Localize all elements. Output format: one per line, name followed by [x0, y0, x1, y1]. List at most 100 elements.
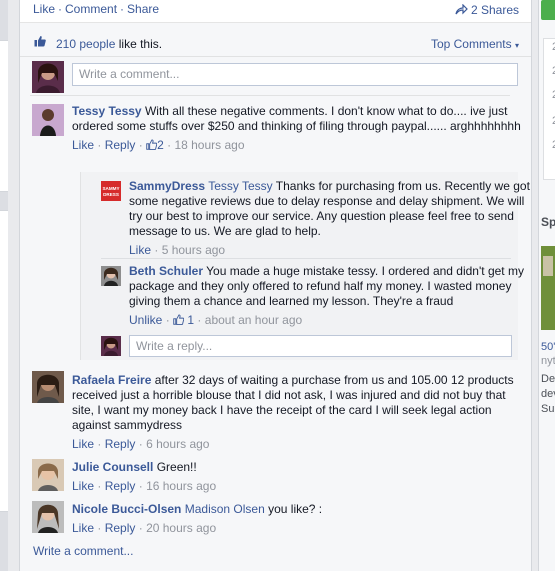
caret-down-icon: ▾ — [514, 41, 519, 50]
reply-link[interactable]: Reply — [105, 479, 136, 493]
thumbs-up-icon — [173, 314, 185, 325]
reply-author[interactable]: SammyDress — [129, 179, 205, 193]
separator-dot: · — [97, 479, 102, 493]
divider — [30, 95, 510, 96]
likes-summary: 210 people like this. Top Comments ▾ — [20, 32, 531, 57]
comment-timestamp[interactable]: 20 hours ago — [146, 521, 216, 535]
shares-label: 2 Shares — [470, 3, 519, 17]
comment-text: Green!! — [156, 460, 197, 474]
separator-dot: · — [97, 138, 102, 152]
avatar[interactable] — [101, 266, 121, 286]
avatar[interactable] — [32, 501, 64, 533]
separator-dot: · — [138, 521, 143, 535]
like-link[interactable]: Like — [33, 2, 55, 16]
reply-timestamp[interactable]: 5 hours ago — [162, 243, 225, 257]
comment: Nicole Bucci-Olsen Madison Olsen you lik… — [72, 502, 522, 536]
top-comments-label: Top Comments — [430, 37, 512, 51]
reply-link[interactable]: Reply — [105, 521, 136, 535]
reply-meta: Like · 5 hours ago — [129, 243, 534, 258]
reply-meta: Unlike · 1 · about an hour ago — [129, 313, 534, 328]
avatar[interactable] — [32, 371, 64, 403]
unlike-link[interactable]: Unlike — [129, 313, 162, 327]
post-action-bar: Like · Comment · Share 2 Shares — [20, 0, 531, 23]
right-section-title: Sp — [541, 215, 555, 229]
reply-mention[interactable]: Tessy Tessy — [208, 179, 272, 193]
comment: Tessy Tessy With all these negative comm… — [72, 104, 522, 153]
comment-meta: Like · Reply · 2 · 18 hours ago — [72, 138, 522, 153]
right-list-box: 2 2 2 2 2 — [543, 38, 555, 180]
right-article-line: dev — [541, 388, 555, 400]
comment-author[interactable]: Rafaela Freire — [72, 373, 151, 387]
separator-dot: · — [167, 138, 172, 152]
top-comments-dropdown[interactable]: Top Comments ▾ — [431, 37, 519, 51]
comment-timestamp[interactable]: 6 hours ago — [146, 437, 209, 451]
replies-thread: SAMMY DRESS SammyDress Tessy Tessy Thanks… — [80, 172, 530, 360]
comment-timestamp[interactable]: 18 hours ago — [174, 138, 244, 152]
avatar[interactable] — [32, 104, 64, 136]
post-comments-card: Like · Comment · Share 2 Shares 210 people l… — [19, 0, 532, 571]
reply: SammyDress Tessy Tessy Thanks for purcha… — [129, 179, 534, 258]
like-link[interactable]: Like — [72, 479, 94, 493]
comment-meta: Like · Reply · 20 hours ago — [72, 521, 522, 536]
right-article-source: nyt — [541, 355, 555, 367]
like-link[interactable]: Like — [72, 437, 94, 451]
thumbs-up-icon — [34, 36, 46, 47]
reply-timestamp[interactable]: about an hour ago — [205, 313, 302, 327]
left-panel-block — [0, 210, 8, 512]
reply-input[interactable]: Write a reply... — [129, 335, 512, 357]
right-article-link[interactable]: 50' — [541, 341, 555, 353]
comment: Julie Counsell Green!! Like · Reply · 16… — [72, 460, 522, 494]
reply-link[interactable]: Reply — [105, 437, 136, 451]
comment-mention[interactable]: Madison Olsen — [185, 502, 265, 516]
reply-link[interactable]: Reply — [105, 138, 136, 152]
like-link[interactable]: Like — [72, 138, 94, 152]
separator-dot: · — [120, 2, 125, 16]
shares-count-link[interactable]: 2 Shares — [455, 3, 519, 17]
comment: Rafaela Freire after 32 days of waiting … — [72, 373, 522, 452]
separator-dot: · — [58, 2, 63, 16]
like-link[interactable]: Like — [72, 521, 94, 535]
separator-dot: · — [138, 437, 143, 451]
like-link[interactable]: Like — [129, 243, 151, 257]
svg-text:DRESS: DRESS — [103, 192, 119, 197]
reply-author[interactable]: Beth Schuler — [129, 264, 203, 278]
separator-dot: · — [165, 313, 170, 327]
right-article-line: Su — [541, 403, 555, 415]
comment-meta: Like · Reply · 6 hours ago — [72, 437, 522, 452]
separator-dot: · — [97, 521, 102, 535]
separator-dot: · — [138, 479, 143, 493]
left-column-strip — [0, 0, 8, 571]
avatar[interactable] — [32, 459, 64, 491]
comment-author[interactable]: Nicole Bucci-Olsen — [72, 502, 181, 516]
comment-input[interactable]: Write a comment... — [72, 63, 518, 86]
likes-count[interactable]: 210 people like this. — [56, 37, 162, 51]
thumbs-up-icon — [146, 139, 158, 150]
avatar[interactable] — [101, 336, 121, 356]
left-panel-block — [0, 40, 8, 192]
post-actions: Like · Comment · Share — [33, 2, 159, 16]
comment-link[interactable]: Comment — [65, 2, 117, 16]
share-arrow-icon — [455, 3, 468, 15]
reply-like-count[interactable]: 1 — [187, 313, 194, 327]
comment-meta: Like · Reply · 16 hours ago — [72, 479, 522, 494]
comment-like-count[interactable]: 2 — [157, 138, 164, 152]
avatar[interactable] — [32, 61, 64, 93]
separator-dot: · — [154, 243, 159, 257]
reply: Beth Schuler You made a huge mistake tes… — [129, 264, 534, 328]
svg-text:SAMMY: SAMMY — [102, 186, 119, 191]
separator-dot: · — [138, 138, 143, 152]
comment-timestamp[interactable]: 16 hours ago — [146, 479, 216, 493]
green-action-button[interactable] — [541, 0, 555, 20]
right-thumbnail-image[interactable] — [541, 246, 555, 330]
comment-author[interactable]: Tessy Tessy — [72, 104, 142, 118]
right-article-line: De — [541, 373, 555, 385]
separator-dot: · — [97, 437, 102, 451]
divider — [101, 258, 511, 259]
sammydress-logo[interactable]: SAMMY DRESS — [101, 181, 121, 201]
likes-suffix: like this. — [118, 37, 163, 51]
comment-text: you like? : — [268, 502, 323, 516]
comment-author[interactable]: Julie Counsell — [72, 460, 153, 474]
write-comment-link[interactable]: Write a comment... — [33, 544, 133, 558]
likes-count-text[interactable]: 210 people — [56, 37, 115, 51]
share-link[interactable]: Share — [127, 2, 159, 16]
